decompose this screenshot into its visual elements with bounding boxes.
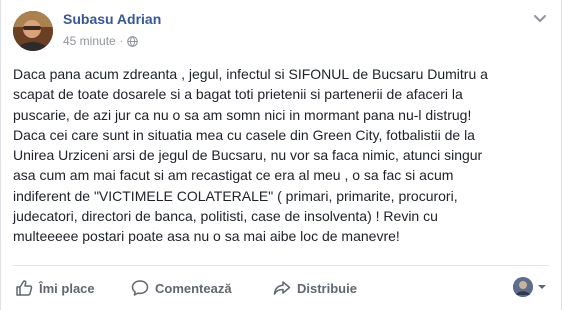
comment-label: Comentează — [155, 280, 232, 296]
author-name[interactable]: Subasu Adrian — [63, 11, 161, 27]
post-card: Subasu Adrian 45 minute · Daca pana acum… — [0, 0, 562, 310]
divider — [13, 265, 549, 266]
post-meta: 45 minute · — [63, 34, 138, 48]
globe-icon[interactable] — [127, 35, 138, 47]
share-icon — [273, 281, 291, 295]
comment-button[interactable]: Comentează — [131, 268, 232, 308]
post-text: Daca pana acum zdreanta , jegul, infectu… — [13, 66, 488, 245]
meta-separator: · — [119, 35, 124, 47]
share-label: Distribuie — [297, 280, 357, 296]
audience-selector[interactable] — [513, 277, 547, 297]
caret-down-icon — [538, 285, 546, 289]
avatar-image — [13, 11, 53, 51]
like-button[interactable]: Îmi place — [15, 268, 95, 308]
viewer-avatar-image — [513, 277, 533, 297]
like-label: Îmi place — [39, 280, 95, 296]
comment-icon — [131, 280, 149, 296]
post-time[interactable]: 45 minute — [63, 34, 116, 48]
action-bar: Îmi place Comentează Distribuie — [1, 268, 562, 308]
avatar[interactable] — [13, 11, 53, 51]
viewer-avatar — [513, 277, 533, 297]
chevron-down-icon[interactable] — [533, 14, 547, 24]
share-button[interactable]: Distribuie — [273, 268, 357, 308]
thumbs-up-icon — [16, 280, 33, 296]
